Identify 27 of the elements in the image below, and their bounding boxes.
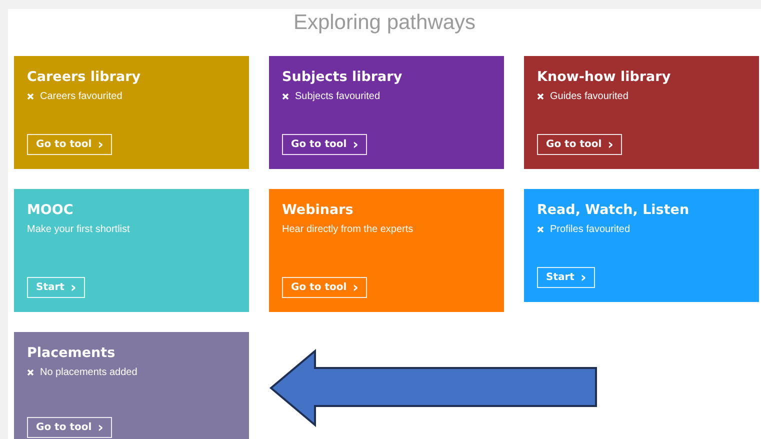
status-text: Careers favourited <box>40 91 122 102</box>
close-icon <box>27 369 34 376</box>
card-button[interactable]: Go to tool › <box>282 277 368 298</box>
close-icon <box>282 93 289 100</box>
close-icon <box>27 93 34 100</box>
card-title: Careers library <box>27 68 142 86</box>
close-icon <box>537 226 544 233</box>
page-title: Exploring pathways <box>292 10 477 36</box>
card-title: Webinars <box>282 201 354 219</box>
card-title: Read, Watch, Listen <box>537 201 690 219</box>
card-title: Know-how library <box>537 68 672 86</box>
card-button[interactable]: Start › <box>537 267 596 288</box>
close-icon <box>537 93 544 100</box>
card-button[interactable]: Go to tool › <box>537 134 622 155</box>
card-title: Subjects library <box>282 68 404 86</box>
status-text: Profiles favourited <box>550 224 630 235</box>
card-button[interactable]: Go to tool › <box>27 134 112 155</box>
card-button[interactable]: Start › <box>27 277 86 298</box>
card-description: Hear directly from the experts <box>282 224 414 235</box>
card-title: Placements <box>27 344 116 362</box>
status-text: Subjects favourited <box>295 91 380 102</box>
card-title: MOOC <box>27 201 74 219</box>
status-text: No placements added <box>40 367 138 378</box>
status-text: Guides favourited <box>550 91 628 102</box>
card-description: Make your first shortlist <box>27 224 130 235</box>
card-button[interactable]: Go to tool › <box>27 417 112 438</box>
card-button[interactable]: Go to tool › <box>282 134 368 155</box>
